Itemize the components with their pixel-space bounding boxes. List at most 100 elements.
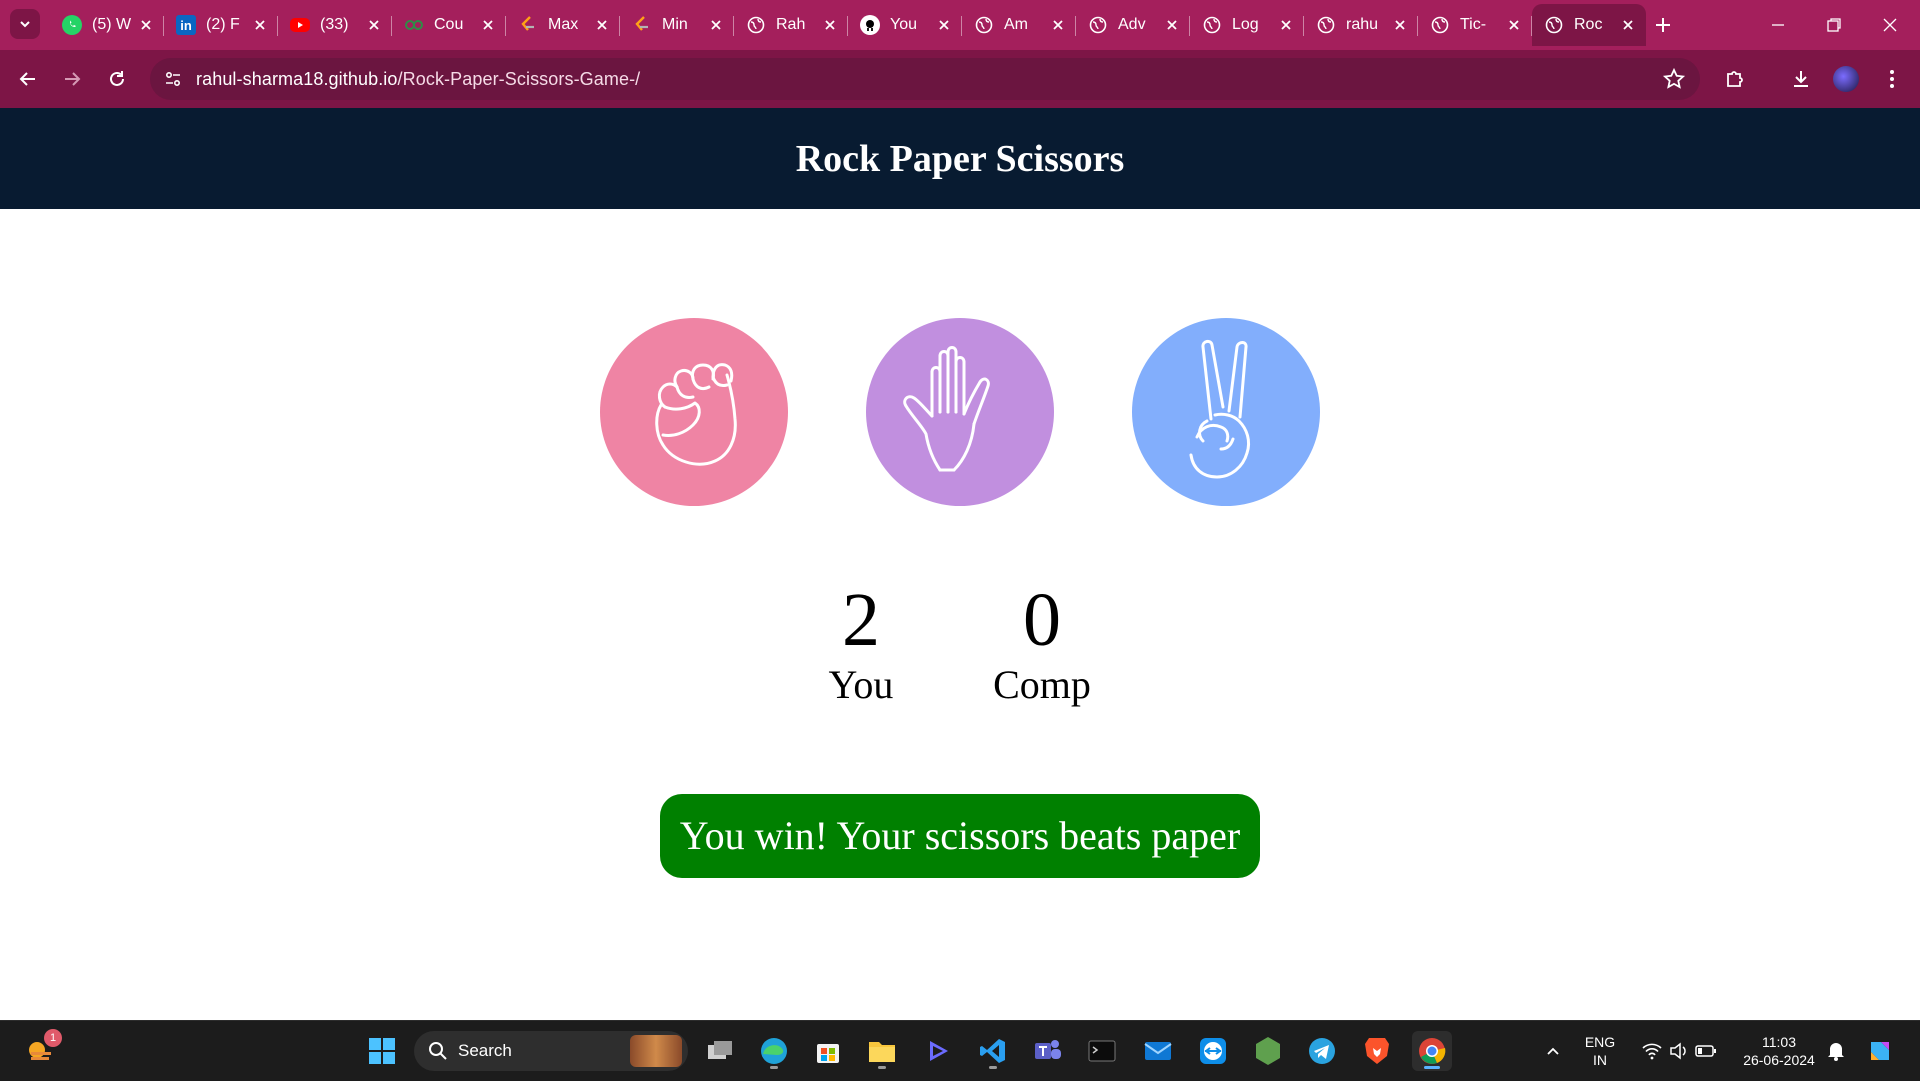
browser-tab[interactable]: Max bbox=[506, 4, 620, 46]
close-tab-icon[interactable] bbox=[594, 17, 610, 33]
browser-tab-active[interactable]: Roc bbox=[1532, 4, 1646, 46]
close-tab-icon[interactable] bbox=[1278, 17, 1294, 33]
close-tab-icon[interactable] bbox=[138, 17, 154, 33]
plus-icon bbox=[1656, 18, 1670, 32]
more-vertical-icon bbox=[1890, 70, 1894, 88]
taskbar-file-explorer[interactable] bbox=[862, 1031, 902, 1071]
taskbar-search[interactable]: Search bbox=[414, 1031, 688, 1071]
copilot-tray-button[interactable] bbox=[1860, 1031, 1900, 1071]
browser-tabstrip: (5) W in (2) F (33) Cou Max Min Rah You … bbox=[0, 0, 1920, 50]
start-button[interactable] bbox=[362, 1031, 402, 1071]
browser-tab[interactable]: (5) W bbox=[50, 4, 164, 46]
taskbar-terminal[interactable] bbox=[1082, 1031, 1122, 1071]
profile-button[interactable] bbox=[1830, 63, 1862, 95]
user-score-block: 2 You bbox=[781, 578, 941, 708]
site-info-button[interactable] bbox=[158, 64, 188, 94]
weather-widget[interactable]: 1 bbox=[20, 1029, 62, 1071]
close-tab-icon[interactable] bbox=[936, 17, 952, 33]
search-icon bbox=[429, 1042, 447, 1060]
close-tab-icon[interactable] bbox=[1050, 17, 1066, 33]
close-window-button[interactable] bbox=[1862, 0, 1918, 50]
arrow-right-icon bbox=[65, 72, 81, 86]
browser-tab[interactable]: Adv bbox=[1076, 4, 1190, 46]
forward-button[interactable] bbox=[56, 63, 88, 95]
taskbar-telegram[interactable] bbox=[1302, 1031, 1342, 1071]
nodejs-icon bbox=[1256, 1037, 1280, 1065]
downloads-button[interactable] bbox=[1785, 63, 1817, 95]
linkedin-icon: in bbox=[176, 15, 196, 35]
new-tab-button[interactable] bbox=[1648, 10, 1678, 40]
comp-score-label: Comp bbox=[993, 662, 1091, 707]
address-bar[interactable]: rahul-sharma18.github.io/Rock-Paper-Scis… bbox=[150, 58, 1700, 100]
download-icon bbox=[1794, 71, 1808, 87]
folder-icon bbox=[869, 1042, 895, 1062]
close-tab-icon[interactable] bbox=[1620, 17, 1636, 33]
search-label: Search bbox=[458, 1041, 512, 1060]
close-tab-icon[interactable] bbox=[822, 17, 838, 33]
browser-tab[interactable]: You bbox=[848, 4, 962, 46]
extensions-button[interactable] bbox=[1719, 63, 1751, 95]
reload-button[interactable] bbox=[101, 63, 133, 95]
taskbar-mail[interactable] bbox=[1138, 1031, 1178, 1071]
browser-tab[interactable]: Log bbox=[1190, 4, 1304, 46]
browser-tab[interactable]: Rah bbox=[734, 4, 848, 46]
close-tab-icon[interactable] bbox=[708, 17, 724, 33]
globe-icon bbox=[974, 15, 994, 35]
close-tab-icon[interactable] bbox=[480, 17, 496, 33]
tab-label: (2) F bbox=[206, 16, 240, 33]
language-indicator[interactable]: ENG IN bbox=[1576, 1033, 1624, 1069]
clock[interactable]: 11:03 26-06-2024 bbox=[1734, 1033, 1824, 1069]
close-icon bbox=[1883, 18, 1897, 32]
task-view-icon bbox=[708, 1041, 732, 1059]
back-button[interactable] bbox=[12, 63, 44, 95]
telegram-icon bbox=[1309, 1038, 1335, 1064]
copilot-pre-icon bbox=[1871, 1042, 1889, 1060]
taskbar-copilot[interactable] bbox=[918, 1031, 958, 1071]
taskbar-store[interactable] bbox=[808, 1031, 848, 1071]
scissors-choice[interactable] bbox=[1132, 318, 1320, 506]
search-highlight-image bbox=[630, 1035, 682, 1067]
notifications-button[interactable] bbox=[1816, 1031, 1856, 1071]
close-tab-icon[interactable] bbox=[1164, 17, 1180, 33]
taskbar-chrome[interactable] bbox=[1412, 1031, 1452, 1071]
close-tab-icon[interactable] bbox=[252, 17, 268, 33]
tab-label: Am bbox=[1004, 16, 1028, 33]
close-tab-icon[interactable] bbox=[1392, 17, 1408, 33]
brave-icon bbox=[1365, 1038, 1389, 1064]
browser-tab[interactable]: Min bbox=[620, 4, 734, 46]
lang-line1: ENG bbox=[1584, 1034, 1616, 1050]
taskbar-nodejs[interactable] bbox=[1248, 1031, 1288, 1071]
youtube-icon bbox=[290, 18, 310, 32]
bookmark-star-icon[interactable] bbox=[1662, 67, 1686, 91]
browser-tab[interactable]: (33) bbox=[278, 4, 392, 46]
close-tab-icon[interactable] bbox=[1506, 17, 1522, 33]
quick-settings-button[interactable] bbox=[1634, 1031, 1724, 1071]
browser-tab[interactable]: in (2) F bbox=[164, 4, 278, 46]
restore-button[interactable] bbox=[1806, 0, 1862, 50]
wifi-icon bbox=[1642, 1043, 1662, 1060]
minimize-button[interactable] bbox=[1750, 0, 1806, 50]
browser-tab[interactable]: rahu bbox=[1304, 4, 1418, 46]
taskbar-teams[interactable] bbox=[1028, 1031, 1068, 1071]
show-hidden-icons-button[interactable] bbox=[1533, 1031, 1573, 1071]
close-tab-icon[interactable] bbox=[366, 17, 382, 33]
puzzle-icon bbox=[1727, 71, 1743, 87]
restore-icon bbox=[1827, 18, 1841, 32]
browser-tab[interactable]: Am bbox=[962, 4, 1076, 46]
task-view-button[interactable] bbox=[700, 1031, 740, 1071]
chevron-up-icon bbox=[1547, 1047, 1559, 1055]
taskbar-edge[interactable] bbox=[754, 1031, 794, 1071]
tab-label: (5) W bbox=[92, 16, 132, 33]
browser-tab[interactable]: Tic- bbox=[1418, 4, 1532, 46]
rock-choice[interactable] bbox=[600, 318, 788, 506]
chrome-icon bbox=[1419, 1038, 1446, 1064]
tab-search-button[interactable] bbox=[10, 9, 40, 39]
paper-choice[interactable] bbox=[866, 318, 1054, 506]
browser-tab[interactable]: Cou bbox=[392, 4, 506, 46]
taskbar-vscode[interactable] bbox=[973, 1031, 1013, 1071]
taskbar-brave[interactable] bbox=[1357, 1031, 1397, 1071]
taskbar-teamviewer[interactable] bbox=[1193, 1031, 1233, 1071]
running-indicator bbox=[878, 1066, 886, 1069]
scissors-hand-icon bbox=[1189, 339, 1251, 479]
browser-menu-button[interactable] bbox=[1876, 63, 1908, 95]
